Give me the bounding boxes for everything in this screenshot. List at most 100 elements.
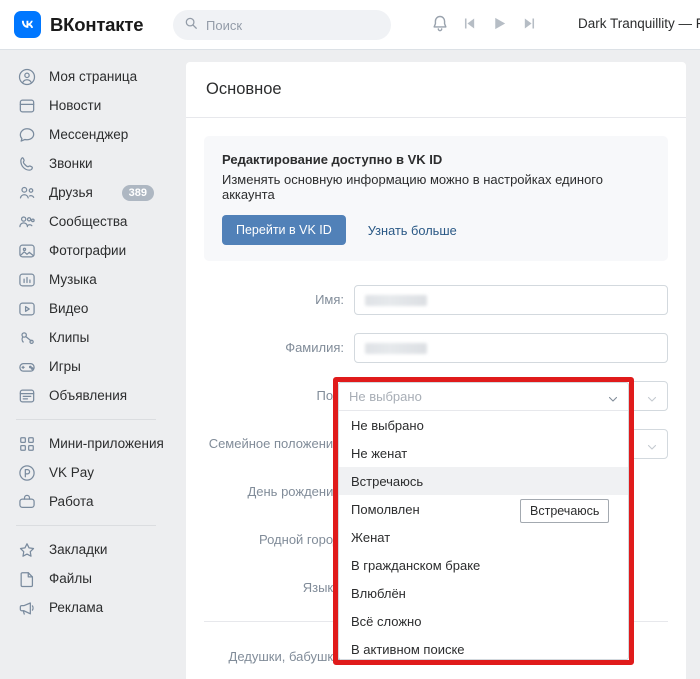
vk-settings-page: ВКонтакте Поиск Dark Tranquillity — F Мо… [0, 0, 700, 679]
ads-board-icon [16, 385, 38, 407]
phone-icon [16, 153, 38, 175]
chat-bubble-icon [16, 124, 38, 146]
field-label: Дедушки, бабушки: [228, 649, 344, 664]
file-icon [16, 568, 38, 590]
sidebar-item-label: Видео [49, 301, 89, 316]
sidebar-item-моя-страница[interactable]: Моя страница [0, 62, 172, 91]
sidebar-item-label: Закладки [49, 542, 108, 557]
sidebar-item-label: Мессенджер [49, 127, 129, 142]
sidebar-item-vk-pay[interactable]: VK Pay [0, 458, 172, 487]
dropdown-selected-value[interactable]: Не выбрано [339, 383, 628, 411]
communities-icon [16, 211, 38, 233]
vkpay-icon [16, 462, 38, 484]
learn-more-link[interactable]: Узнать больше [368, 223, 457, 238]
skip-next-icon[interactable] [522, 15, 539, 32]
sidebar-separator [16, 525, 156, 526]
sidebar-item-новости[interactable]: Новости [0, 91, 172, 120]
dropdown-option[interactable]: Влюблён [339, 579, 628, 607]
sidebar-item-label: Моя страница [49, 69, 138, 84]
sidebar-item-клипы[interactable]: Клипы [0, 323, 172, 352]
search-icon [184, 16, 198, 35]
dropdown-option[interactable]: Встречаюсь [339, 467, 628, 495]
dropdown-option[interactable]: Женат [339, 523, 628, 551]
go-to-vkid-button[interactable]: Перейти в VK ID [222, 215, 346, 245]
field-label: Пол: [316, 388, 345, 403]
vkid-card-subtitle: Изменять основную информацию можно в нас… [222, 172, 603, 202]
briefcase-icon [16, 491, 38, 513]
sidebar-item-label: Музыка [49, 272, 97, 287]
bell-icon[interactable] [430, 14, 450, 39]
sidebar-item-файлы[interactable]: Файлы [0, 564, 172, 593]
sidebar-item-фотографии[interactable]: Фотографии [0, 236, 172, 265]
sidebar-item-сообщества[interactable]: Сообщества [0, 207, 172, 236]
field-label: Языки: [302, 580, 344, 595]
sidebar-item-видео[interactable]: Видео [0, 294, 172, 323]
text-field[interactable] [354, 333, 668, 363]
friends-icon [16, 182, 38, 204]
sidebar-item-звонки[interactable]: Звонки [0, 149, 172, 178]
sidebar-item-label: Работа [49, 494, 94, 509]
photo-icon [16, 240, 38, 262]
sidebar-item-label: Мини-приложения [49, 436, 164, 451]
sidebar-item-label: Звонки [49, 156, 93, 171]
dropdown-option[interactable]: Всё сложно [339, 607, 628, 635]
brand-label: ВКонтакте [50, 13, 144, 35]
dropdown-option[interactable]: В гражданском браке [339, 551, 628, 579]
dropdown-current-label: Не выбрано [349, 389, 422, 404]
chevron-down-icon [646, 440, 658, 458]
dropdown-option[interactable]: Не женат [339, 439, 628, 467]
chevron-down-icon [646, 392, 658, 410]
sidebar-item-мини-приложения[interactable]: Мини-приложения [0, 429, 172, 458]
star-icon [16, 539, 38, 561]
sidebar-item-мессенджер[interactable]: Мессенджер [0, 120, 172, 149]
user-circle-icon [16, 66, 38, 88]
field-label: Фамилия: [285, 340, 344, 355]
sidebar-item-label: VK Pay [49, 465, 95, 480]
megaphone-icon [16, 597, 38, 619]
field-control [354, 285, 668, 315]
field-control [354, 333, 668, 363]
sidebar-item-друзья[interactable]: Друзья 389 [0, 178, 172, 207]
sidebar-item-label: Игры [49, 359, 81, 374]
form-row: Имя: [204, 285, 668, 315]
sidebar-item-label: Клипы [49, 330, 90, 345]
chevron-down-icon [607, 392, 619, 410]
field-label: День рождения: [247, 484, 344, 499]
music-icon [16, 269, 38, 291]
vkid-card-title: Редактирование доступно в VK ID [222, 152, 443, 167]
text-field[interactable] [354, 285, 668, 315]
vk-logo-icon [14, 11, 41, 38]
sidebar-item-label: Новости [49, 98, 102, 113]
vkid-notice-card: Редактирование доступно в VK ID Изменять… [204, 136, 668, 261]
field-label: Семейное положение: [208, 436, 344, 451]
sidebar-item-label: Фотографии [49, 243, 127, 258]
dropdown-option[interactable]: Не выбрано [339, 411, 628, 439]
field-label: Имя: [315, 292, 344, 307]
clips-icon [16, 327, 38, 349]
skip-previous-icon[interactable] [460, 15, 477, 32]
page-title: Основное [206, 80, 282, 98]
sidebar-item-работа[interactable]: Работа [0, 487, 172, 516]
sidebar-item-игры[interactable]: Игры [0, 352, 172, 381]
sidebar-item-реклама[interactable]: Реклама [0, 593, 172, 622]
search-input[interactable]: Поиск [173, 10, 391, 40]
sidebar-item-label: Реклама [49, 600, 104, 615]
dropdown-option[interactable]: В активном поиске [339, 635, 628, 659]
sidebar-separator [16, 419, 156, 420]
sidebar-item-объявления[interactable]: Объявления [0, 381, 172, 410]
friends-count-badge: 389 [121, 184, 154, 201]
sidebar-item-label: Объявления [49, 388, 128, 403]
field-label: Родной город: [259, 532, 344, 547]
vk-brand[interactable]: ВКонтакте [14, 11, 143, 38]
sidebar-item-музыка[interactable]: Музыка [0, 265, 172, 294]
now-playing-track[interactable]: Dark Tranquillity — FreeCa [578, 16, 700, 31]
sidebar-item-label: Файлы [49, 571, 92, 586]
apps-grid-icon [16, 433, 38, 455]
sidebar-item-label: Сообщества [49, 214, 128, 229]
option-tooltip: Встречаюсь [520, 499, 610, 523]
redacted-value [365, 294, 427, 306]
sidebar-item-закладки[interactable]: Закладки [0, 535, 172, 564]
play-icon[interactable] [491, 15, 508, 32]
news-icon [16, 95, 38, 117]
redacted-value [365, 342, 427, 354]
